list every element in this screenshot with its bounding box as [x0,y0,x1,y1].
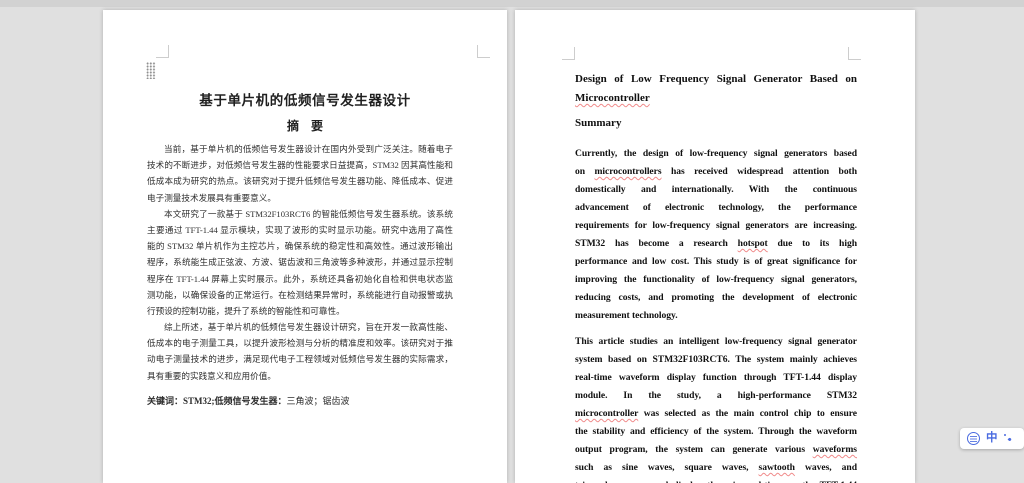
page-right: Design of Low Frequency Signal Generator… [515,10,915,483]
text-line: STM32 has become a research hotspot due … [575,238,857,249]
doc-title-en: Design of Low Frequency Signal Generator… [575,70,857,108]
text-line: requirements for low-frequency signal ge… [575,220,857,231]
paragraph: 本文研究了一款基于 STM32F103RCT6 的智能低频信号发生器系统。该系统… [147,206,453,319]
text-line: reducing costs, and promoting the develo… [575,292,857,303]
text-line: Microcontroller [575,92,650,104]
widget-handle-icon[interactable] [1003,433,1013,444]
keywords-label: 关键词：STM32;低频信号发生器： [147,396,287,406]
text-line: improving the functionality of low-frequ… [575,274,857,285]
summary-heading: Summary [575,117,622,129]
text-line: microcontroller was selected as the main… [575,408,857,419]
text-line: advancement of electronic technology, th… [575,202,857,213]
text-line: 能的 STM32 单片机作为主控芯片，确保系统的稳定性和高效性。通过波形输出 [147,241,453,252]
text-line: 具有重要的实践意义和应用价值。 [147,370,276,381]
text-line: 测功能，以确保设备的正常运行。在检测结果异常时，系统能进行自动报警或执 [147,289,453,300]
keywords-values: 三角波；锯齿波 [286,396,350,406]
text-line: triangular waves, and display them in re… [575,477,857,483]
margin-corner-mark [562,47,575,60]
translate-widget[interactable]: 中 [960,428,1024,449]
paragraph: This article studies an intelligent low-… [575,333,857,483]
text-line: Design of Low Frequency Signal Generator… [575,73,857,85]
abstract-heading: 摘 要 [286,119,323,133]
text-line: on microcontrollers has received widespr… [575,166,857,177]
doc-title-zh: 基于单片机的低频信号发生器设计 [199,93,411,108]
margin-corner-mark [848,47,861,60]
text-line: 主要通过 TFT-1.44 显示模块，实现了波形的实时显示功能。研究中选用了高性 [147,224,453,235]
text-line: 动电子测量技术的进步，满足现代电子工程领域对低频信号发生器的实际需求， [147,354,453,365]
text-line: 综上所述，基于单片机的低频信号发生器设计研究，旨在开发一款高性能、 [164,322,453,333]
text-line: Currently, the design of low-frequency s… [575,148,857,159]
document-canvas: 基于单片机的低频信号发生器设计 摘 要 当前，基于单片机的低频信号发生器设计在国… [0,0,1024,483]
margin-corner-mark [156,45,169,58]
text-line: 当前，基于单片机的低频信号发生器设计在国内外受到广泛关注。随着电子 [164,144,453,154]
text-line: domestically and internationally. With t… [575,184,857,195]
margin-corner-mark [477,45,490,58]
text-line: measurement technology. [575,310,678,321]
text-line: the stability and efficiency of the syst… [575,426,857,437]
text-line: 低成本的电子测量工具，以提升波形检测与分析的精准度和效率。该研究对于推 [147,338,453,349]
text-line: 低成本成为研究的热点。该研究对于提升低频信号发生器功能、降低成本、促进 [147,176,453,187]
text-line: performance and low cost. This study is … [575,256,857,267]
text-line: real-time waveform display function thro… [575,372,857,383]
paragraph: 综上所述，基于单片机的低频信号发生器设计研究，旨在开发一款高性能、低成本的电子测… [147,319,453,384]
text-line: system based on STM32F103RCT6. The syste… [575,354,857,365]
translate-logo-icon[interactable] [967,432,980,445]
text-line: 技术的不断进步，对低频信号发生器的性能要求日益提高，STM32 因其高性能和 [147,160,453,171]
paragraph: 当前，基于单片机的低频信号发生器设计在国内外受到广泛关注。随着电子技术的不断进步… [147,141,453,206]
text-line: 本文研究了一款基于 STM32F103RCT6 的智能低频信号发生器系统。该系统 [164,208,453,219]
text-line: 程序在 TFT-1.44 屏幕上实时展示。此外，系统还具备初始化自检和供电状态监 [147,273,453,284]
page-left: 基于单片机的低频信号发生器设计 摘 要 当前，基于单片机的低频信号发生器设计在国… [103,10,507,483]
paragraph: Currently, the design of low-frequency s… [575,145,857,325]
text-line: This article studies an intelligent low-… [575,336,857,347]
text-line: module. In the study, a high-performance… [575,390,857,401]
text-line: output program, the system can generate … [575,444,857,455]
block-drag-handle-icon[interactable] [146,62,156,79]
text-line: 程序，系统能生成正弦波、方波、锯齿波和三角波等多种波形，并通过显示控制 [147,257,453,268]
text-line: 行预设的控制功能，提升了系统的智能性和可靠性。 [147,305,345,316]
window-top-edge [0,0,1024,7]
text-line: such as sine waves, square waves, sawtoo… [575,462,857,473]
keywords-line: 关键词：STM32;低频信号发生器：三角波；锯齿波 [147,394,453,407]
text-line: 电子测量技术发展具有重要意义。 [147,192,276,203]
abstract-body-zh: 当前，基于单片机的低频信号发生器设计在国内外受到广泛关注。随着电子技术的不断进步… [147,141,453,384]
language-zh-label[interactable]: 中 [986,432,998,445]
